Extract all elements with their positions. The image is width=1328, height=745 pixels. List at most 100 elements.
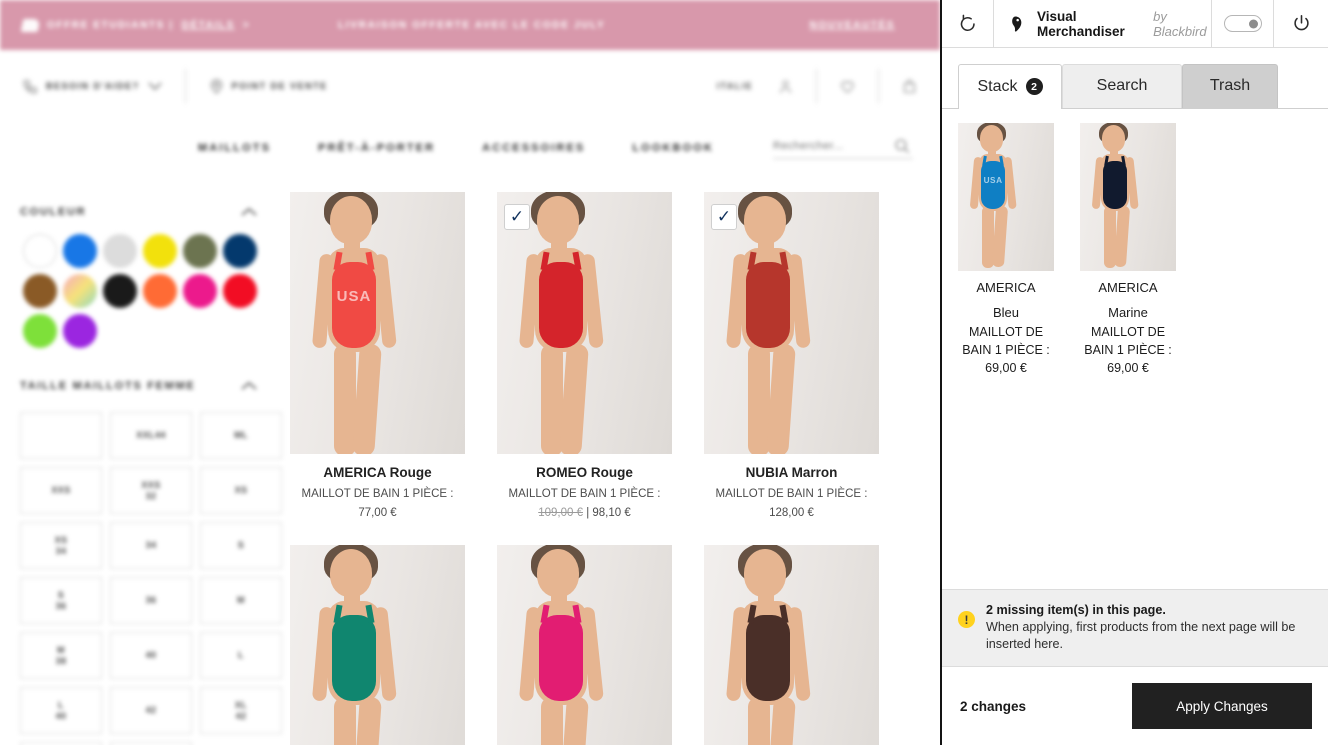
changes-count: 2 changes [960,698,1027,714]
nav-item-accessoires[interactable]: ACCESSOIRES [482,142,585,154]
product-description: MAILLOT DE BAIN 1 PIÈCE :109,00 € | 98,1… [508,488,661,519]
vm-brand-by: by Blackbird [1153,8,1207,39]
filters-sidebar: COULEUR TAILLE MAILLOTS FEMME XXL44 ML XXS… [0,192,282,745]
promo-nouveautes-link[interactable]: NOUVEAUTÉS [810,20,895,31]
size-cell-xxs-32[interactable]: XXS 32 [110,467,192,514]
enable-toggle[interactable] [1223,15,1262,32]
size-cell-xxs[interactable]: XXS [20,467,102,514]
product-image[interactable]: ✓ [704,192,879,454]
blackbird-glyph-icon [1012,16,1022,32]
blackbird-logo-icon [1008,14,1028,34]
store-group[interactable]: POINT DE VENTE [208,77,328,96]
undo-button[interactable] [942,0,994,48]
product-selected-checkbox[interactable]: ✓ [504,204,530,230]
size-cell-s[interactable]: S [200,522,282,569]
color-swatch-violet[interactable] [63,314,97,348]
color-swatch-multicolore[interactable] [63,274,97,308]
vm-footer: 2 changes Apply Changes [942,667,1328,745]
product-card[interactable] [497,545,672,745]
product-card[interactable]: USA AMERICA Rouge MAILLOT DE BAIN 1 PIÈCE… [290,192,465,523]
size-cell-ml[interactable]: ML [200,412,282,459]
store-label: POINT DE VENTE [231,80,328,91]
vm-tabs: Stack 2 Search Trash [942,48,1328,109]
stack-item-description: MAILLOT DE BAIN 1 PIÈCE :69,00 € [1084,325,1172,375]
tab-stack-badge: 2 [1025,78,1043,95]
nav-item-lookbook[interactable]: LOOKBOOK [632,142,714,154]
chevron-up-icon[interactable] [240,207,258,217]
product-price: 128,00 € [769,507,814,519]
size-cell-xs[interactable]: XS [200,467,282,514]
search-input[interactable] [772,140,883,152]
product-description: MAILLOT DE BAIN 1 PIÈCE :77,00 € [301,488,454,519]
product-selected-checkbox[interactable]: ✓ [711,204,737,230]
size-cell-s-36[interactable]: S 36 [20,577,102,624]
color-swatch-bleu[interactable] [63,234,97,268]
color-swatch-gris[interactable] [103,234,137,268]
size-cell-36[interactable]: 36 [110,577,192,624]
alert-text-block: 2 missing item(s) in this page. When app… [986,602,1314,653]
chevron-up-icon[interactable] [240,381,258,391]
filter-header-couleur[interactable]: COULEUR [20,192,258,224]
missing-items-alert: ! 2 missing item(s) in this page. When a… [942,589,1328,667]
size-cell-40[interactable]: 40 [110,632,192,679]
product-card[interactable] [704,545,879,745]
size-cell-xs-34[interactable]: XS 34 [20,522,102,569]
size-cell-xxl44[interactable]: XXL44 [110,412,192,459]
size-cell-42[interactable]: 42 [110,687,192,734]
color-swatch-marine[interactable] [223,234,257,268]
product-image[interactable] [704,545,879,745]
user-icon[interactable] [777,77,794,96]
product-name: ROMEO Rouge [536,465,633,480]
size-cell-empty-0[interactable] [20,412,102,459]
tab-trash[interactable]: Trash [1182,64,1278,108]
heart-icon[interactable] [839,77,856,96]
stack-item[interactable]: AMERICA Marine MAILLOT DE BAIN 1 PIÈCE :… [1080,123,1176,377]
product-image[interactable] [497,545,672,745]
size-cell-m[interactable]: M [200,577,282,624]
size-cell-34[interactable]: 34 [110,522,192,569]
tab-search[interactable]: Search [1062,64,1182,108]
stack-item-image[interactable]: USA [958,123,1054,271]
filter-header-taille[interactable]: TAILLE MAILLOTS FEMME [20,366,258,398]
search-icon[interactable] [893,137,911,155]
nav-item-pret-a-porter[interactable]: PRÊT-À-PORTER [318,142,435,154]
product-image[interactable]: USA [290,192,465,454]
color-swatch-blanc[interactable] [23,234,57,268]
product-image[interactable]: ✓ [497,192,672,454]
promo-details-link[interactable]: DÉTAILS [182,20,235,31]
color-swatch-jaune[interactable] [143,234,177,268]
main-navigation: MAILLOTS PRÊT-À-PORTER ACCESSOIRES LOOKB… [0,122,940,174]
stack-item-name: AMERICA [976,280,1036,295]
product-card[interactable] [290,545,465,745]
product-card[interactable]: ✓ NUBIA Marron MAILLOT DE BAIN 1 PIÈCE :1… [704,192,879,523]
product-old-price: 109,00 € [538,507,583,519]
help-group[interactable]: BESOIN D'AIDE? [22,77,163,96]
shopping-bag-icon[interactable] [901,77,918,96]
nav-item-maillots[interactable]: MAILLOTS [198,142,271,154]
color-swatch-rose[interactable] [183,274,217,308]
apply-changes-button[interactable]: Apply Changes [1132,683,1312,729]
help-label: BESOIN D'AIDE? [46,80,140,91]
product-card[interactable]: ✓ ROMEO Rouge MAILLOT DE BAIN 1 PIÈCE :10… [497,192,672,523]
country-selector[interactable]: ITALIE [717,81,753,91]
size-cell-l[interactable]: L [200,632,282,679]
stack-item[interactable]: USA AMERICA Bleu MAILLOT DE BAIN 1 PIÈCE… [958,123,1054,377]
tab-stack[interactable]: Stack 2 [958,64,1062,109]
product-image[interactable] [290,545,465,745]
color-swatch-marron[interactable] [23,274,57,308]
stack-item-image[interactable] [1080,123,1176,271]
color-swatch-vert[interactable] [23,314,57,348]
size-cell-xl-42[interactable]: XL 42 [200,687,282,734]
product-price: 98,10 € [592,507,631,519]
power-button[interactable] [1273,0,1328,48]
product-row [290,545,910,745]
color-swatch-rouge[interactable] [223,274,257,308]
color-swatch-kaki[interactable] [183,234,217,268]
size-cell-m-38[interactable]: M 38 [20,632,102,679]
color-swatch-orange[interactable] [143,274,177,308]
color-swatch-noir[interactable] [103,274,137,308]
site-search[interactable] [772,137,913,159]
tab-trash-label: Trash [1209,77,1251,94]
size-cell-l-40[interactable]: L 40 [20,687,102,734]
stack-item-description: MAILLOT DE BAIN 1 PIÈCE :69,00 € [962,325,1050,375]
